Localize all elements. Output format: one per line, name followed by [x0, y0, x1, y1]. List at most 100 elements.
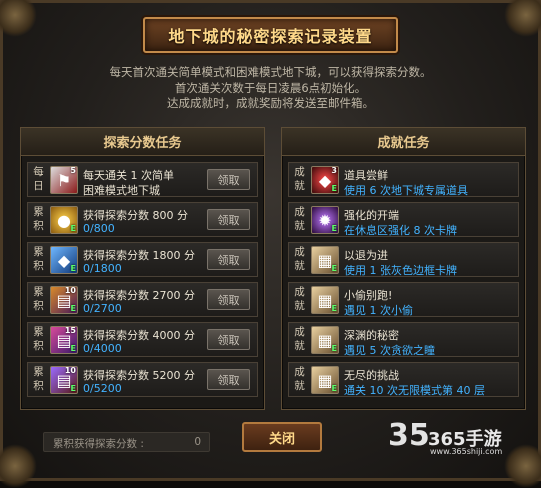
dialog-title-plate: 地下城的秘密探索记录装置 [143, 17, 398, 53]
dungeon-flag-icon: ⚑ 5 [50, 166, 78, 194]
icon-count: 10 [64, 366, 76, 375]
explore-score-panel: 探索分数任务 每日 ⚑ 5 每天通关 1 次简单 困难模式地下城 领取累积 ● E 获得探索分数… [20, 127, 265, 410]
achievement-desc: 使用 6 次地下城专属道具 [344, 184, 468, 197]
achievement-desc: 在休息区强化 8 次卡牌 [344, 224, 457, 237]
intro-line: 达成成就时，成就奖励将发送至邮件箱。 [167, 96, 374, 110]
close-button[interactable]: 关闭 [242, 422, 322, 452]
row-tag: 成就 [294, 286, 305, 312]
row-tag: 累积 [33, 246, 44, 272]
corner-ornament [504, 0, 541, 37]
task-row: 累积 ● E 获得探索分数 800 分 0/800 领取 [27, 202, 258, 237]
row-tag: 成就 [294, 326, 305, 352]
task-title: 获得探索分数 800 分 [83, 209, 188, 222]
equip-badge-icon: E [70, 344, 76, 353]
task-progress: 0/5200 [83, 382, 122, 395]
achievement-title: 小偷别跑! [344, 289, 393, 302]
row-tag: 成就 [294, 246, 305, 272]
task-subtitle: 困难模式地下城 [83, 184, 160, 197]
card-pack-icon: ▦ E [311, 246, 339, 274]
equip-badge-icon: E [70, 264, 76, 273]
achievement-title: 道具尝鲜 [344, 169, 388, 182]
gold-jar-icon: ● E [50, 206, 78, 234]
total-score-value: 0 [194, 436, 201, 448]
equip-badge-icon: E [331, 184, 337, 193]
watermark-logo: 35 [388, 418, 430, 453]
task-progress: 0/2700 [83, 302, 122, 315]
purple-scroll-icon: ▤ 15 E [50, 326, 78, 354]
achievement-desc: 遇见 1 次小偷 [344, 304, 413, 317]
achievement-row: 成就 ✹ E 强化的开端在休息区强化 8 次卡牌 [288, 202, 519, 237]
achievement-header: 成就任务 [282, 128, 525, 156]
row-tag: 成就 [294, 166, 305, 192]
task-row: 累积 ▤ 10 E 获得探索分数 5200 分 0/5200 领取 [27, 362, 258, 397]
achievement-row: 成就 ▦ E 无尽的挑战通关 10 次无限模式第 40 层 [288, 362, 519, 397]
intro-line: 首次通关次数于每日凌晨6点初始化。 [174, 80, 367, 95]
claim-button[interactable]: 领取 [207, 329, 250, 350]
achievement-title: 强化的开端 [344, 209, 399, 222]
achievement-row: 成就 ▦ E 深渊的秘密遇见 5 次贪欲之瞳 [288, 322, 519, 357]
task-title: 获得探索分数 2700 分 [83, 289, 195, 302]
achievement-row: 成就 ▦ E 以退为进使用 1 张灰色边框卡牌 [288, 242, 519, 277]
icon-count: 10 [64, 286, 76, 295]
total-score-label: 累积获得探索分数 : [53, 438, 144, 450]
icon-count: 15 [64, 326, 76, 335]
achievement-title: 无尽的挑战 [344, 369, 399, 382]
card-pack-icon: ▦ E [311, 366, 339, 394]
equip-badge-icon: E [331, 264, 337, 273]
task-title: 每天通关 1 次简单 [83, 169, 174, 182]
claim-button[interactable]: 领取 [207, 209, 250, 230]
purple-orb-icon: ✹ E [311, 206, 339, 234]
equip-badge-icon: E [331, 224, 337, 233]
red-gem-icon: ◆ 3 E [311, 166, 339, 194]
icon-count: 3 [331, 166, 337, 175]
icon-count: 5 [70, 166, 76, 175]
dialog-title: 地下城的秘密探索记录装置 [168, 27, 373, 46]
explore-score-header: 探索分数任务 [21, 128, 264, 156]
equip-badge-icon: E [331, 384, 337, 393]
claim-button[interactable]: 领取 [207, 289, 250, 310]
card-pack-icon: ▦ E [311, 286, 339, 314]
total-score-bar: 累积获得探索分数 : 0 [43, 432, 210, 452]
equip-badge-icon: E [331, 344, 337, 353]
watermark-url: www.365shiji.com [430, 447, 503, 456]
task-title: 获得探索分数 1800 分 [83, 249, 195, 262]
achievement-desc: 遇见 5 次贪欲之瞳 [344, 344, 435, 357]
achievement-row: 成就 ◆ 3 E 道具尝鲜 使用 6 次地下城专属道具 [288, 162, 519, 197]
task-progress: 0/4000 [83, 342, 122, 355]
task-title: 获得探索分数 5200 分 [83, 369, 195, 382]
watermark: 35 365手游 www.365shiji.com [388, 418, 538, 458]
row-tag: 每日 [33, 166, 44, 192]
row-tag: 累积 [33, 366, 44, 392]
row-tag: 累积 [33, 286, 44, 312]
task-row: 每日 ⚑ 5 每天通关 1 次简单 困难模式地下城 领取 [27, 162, 258, 197]
equip-badge-icon: E [70, 304, 76, 313]
equip-badge-icon: E [331, 304, 337, 313]
achievement-desc: 通关 10 次无限模式第 40 层 [344, 384, 485, 397]
task-row: 累积 ▤ 10 E 获得探索分数 2700 分 0/2700 领取 [27, 282, 258, 317]
intro-line: 每天首次通关简单模式和困难模式地下城，可以获得探索分数。 [109, 65, 432, 79]
claim-button[interactable]: 领取 [207, 169, 250, 190]
claim-button[interactable]: 领取 [207, 249, 250, 270]
task-progress: 0/1800 [83, 262, 122, 275]
rare-scroll-icon: ▤ 10 E [50, 366, 78, 394]
row-tag: 成就 [294, 366, 305, 392]
intro-text: 每天首次通关简单模式和困难模式地下城，可以获得探索分数。 首次通关次数于每日凌晨… [60, 65, 481, 112]
row-tag: 累积 [33, 206, 44, 232]
card-pack-icon: ▦ E [311, 326, 339, 354]
task-title: 获得探索分数 4000 分 [83, 329, 195, 342]
blue-box-icon: ◆ E [50, 246, 78, 274]
achievement-row: 成就 ▦ E 小偷别跑! 遇见 1 次小偷 [288, 282, 519, 317]
achievement-panel: 成就任务 成就 ◆ 3 E 道具尝鲜 使用 6 次地下城专属道具成就 ✹ E 强化的开端 在休息区… [281, 127, 526, 410]
equip-badge-icon: E [70, 384, 76, 393]
corner-ornament [0, 444, 37, 488]
row-tag: 成就 [294, 206, 305, 232]
achievement-title: 以退为进 [344, 249, 388, 262]
achievement-title: 深渊的秘密 [344, 329, 399, 342]
equip-badge-icon: E [70, 224, 76, 233]
scroll-bundle-icon: ▤ 10 E [50, 286, 78, 314]
task-row: 累积 ◆ E 获得探索分数 1800 分 0/1800 领取 [27, 242, 258, 277]
claim-button[interactable]: 领取 [207, 369, 250, 390]
task-progress: 0/800 [83, 222, 115, 235]
achievement-desc: 使用 1 张灰色边框卡牌 [344, 264, 457, 277]
corner-ornament [0, 0, 37, 37]
